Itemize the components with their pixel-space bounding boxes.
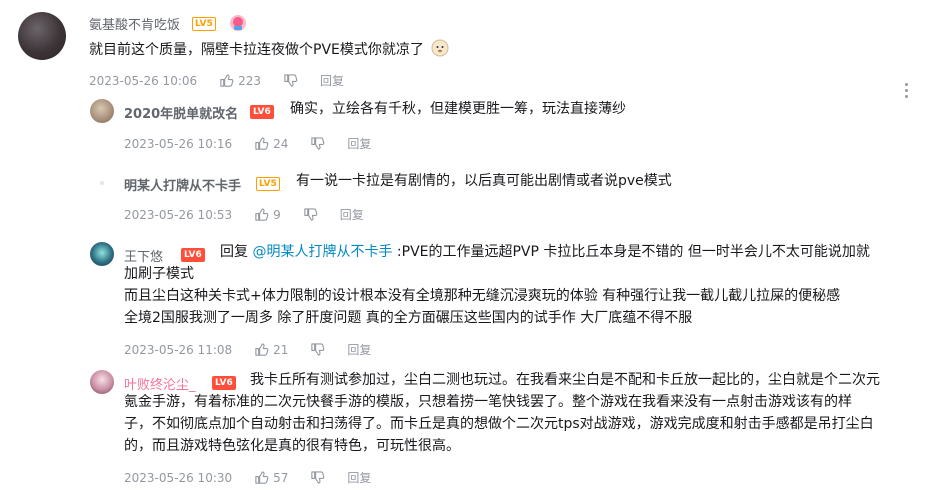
like-icon[interactable] (254, 207, 269, 222)
reply-text: 有一说一卡拉是有剧情的，以后真可能出剧情或者说pve模式 (296, 173, 672, 189)
reply-time: 2023-05-26 10:16 (124, 136, 233, 151)
like-count: 57 (273, 470, 289, 485)
reply-button[interactable]: 回复 (347, 341, 371, 358)
dog-face-emoji-icon (431, 39, 449, 64)
fan-medal-icon (229, 14, 247, 32)
reply-meta: 2023-05-26 10:16 24 回复 (124, 135, 371, 152)
dislike-icon[interactable] (310, 470, 325, 485)
reply-prefix: 回复 (220, 244, 248, 260)
reply-meta: 2023-05-26 10:30 57 回复 (124, 469, 371, 486)
reply-text: 确实，立绘各有千秋，但建模更胜一筹，玩法直接薄纱 (290, 101, 626, 117)
mention-link[interactable]: @明某人打牌从不卡手 (252, 244, 392, 260)
comment-time: 2023-05-26 10:06 (89, 73, 198, 88)
reply-line: 而且尘白这种关卡式+体力限制的设计根本没有全境那种无缝沉浸爽玩的体验 有种强行让… (124, 288, 841, 304)
dislike-icon[interactable] (310, 136, 325, 151)
like-count: 21 (273, 342, 289, 357)
reply-time: 2023-05-26 11:08 (124, 342, 233, 357)
comment-text-body: 就目前这个质量，隔壁卡拉连夜做个PVE模式你就凉了 (89, 42, 424, 58)
dislike-icon[interactable] (310, 342, 325, 357)
reply-meta: 2023-05-26 10:53 9 回复 (124, 206, 364, 223)
like-count: 223 (238, 73, 262, 88)
avatar[interactable] (90, 99, 114, 123)
like-icon[interactable] (254, 136, 269, 151)
reply-button[interactable]: 回复 (347, 469, 371, 486)
like-icon[interactable] (254, 470, 269, 485)
reply-line: :PVE的工作量远超PVP 卡拉比丘本身是不错的 但一时半会儿不太可能说加就 (396, 244, 870, 260)
like-icon[interactable] (219, 73, 234, 88)
reply-line: 加刷子模式 (124, 266, 194, 282)
reply-username[interactable]: 明某人打牌从不卡手 (124, 175, 241, 194)
comment-username[interactable]: 氨基酸不肯吃饭 (89, 14, 180, 33)
reply-button[interactable]: 回复 (347, 135, 371, 152)
reply-text: 回复 @明某人打牌从不卡手 :PVE的工作量远超PVP 卡拉比丘本身是不错的 但… (124, 241, 924, 329)
reply-meta: 2023-05-26 11:08 21 回复 (124, 341, 371, 358)
avatar[interactable] (90, 370, 114, 394)
reply-username[interactable]: 2020年脱单就改名 (124, 103, 238, 122)
level-badge: LV6 (250, 105, 274, 119)
reply-line: 的，而且游戏特色弦化是真的很有特色，可玩性很高。 (124, 438, 460, 454)
reply-time: 2023-05-26 10:30 (124, 470, 233, 485)
like-icon[interactable] (254, 342, 269, 357)
reply-line: 子，不如彻底点加个自动射击和扫荡得了。而卡丘是真的想做个二次元tps对战游戏，游… (124, 416, 874, 432)
level-badge: LV5 (256, 177, 280, 191)
like-count: 24 (273, 136, 289, 151)
reply-line: 我卡丘所有测试参加过，尘白二测也玩过。在我看来尘白是不配和卡丘放一起比的，尘白就… (250, 372, 880, 388)
dislike-icon[interactable] (283, 73, 298, 88)
avatar[interactable] (18, 12, 66, 60)
avatar[interactable] (90, 242, 114, 266)
reply-button[interactable]: 回复 (320, 72, 344, 89)
reply-line: 氪金手游，有着标准的二次元快餐手游的模版，只想着捞一笔快钱罢了。整个游戏在我看来… (124, 394, 852, 410)
reply-time: 2023-05-26 10:53 (124, 207, 233, 222)
dislike-icon[interactable] (303, 207, 318, 222)
like-count: 9 (273, 207, 281, 222)
avatar[interactable] (100, 181, 104, 185)
reply-button[interactable]: 回复 (340, 206, 364, 223)
reply-line: 全境2国服我测了一周多 除了肝度问题 真的全方面碾压这些国内的试手作 大厂底蕴不… (124, 310, 693, 326)
comment-text: 就目前这个质量，隔壁卡拉连夜做个PVE模式你就凉了 (89, 39, 889, 64)
reply-text: 我卡丘所有测试参加过，尘白二测也玩过。在我看来尘白是不配和卡丘放一起比的，尘白就… (124, 369, 924, 457)
level-badge: LV5 (192, 17, 216, 31)
comment-meta: 2023-05-26 10:06 223 回复 (89, 72, 344, 89)
